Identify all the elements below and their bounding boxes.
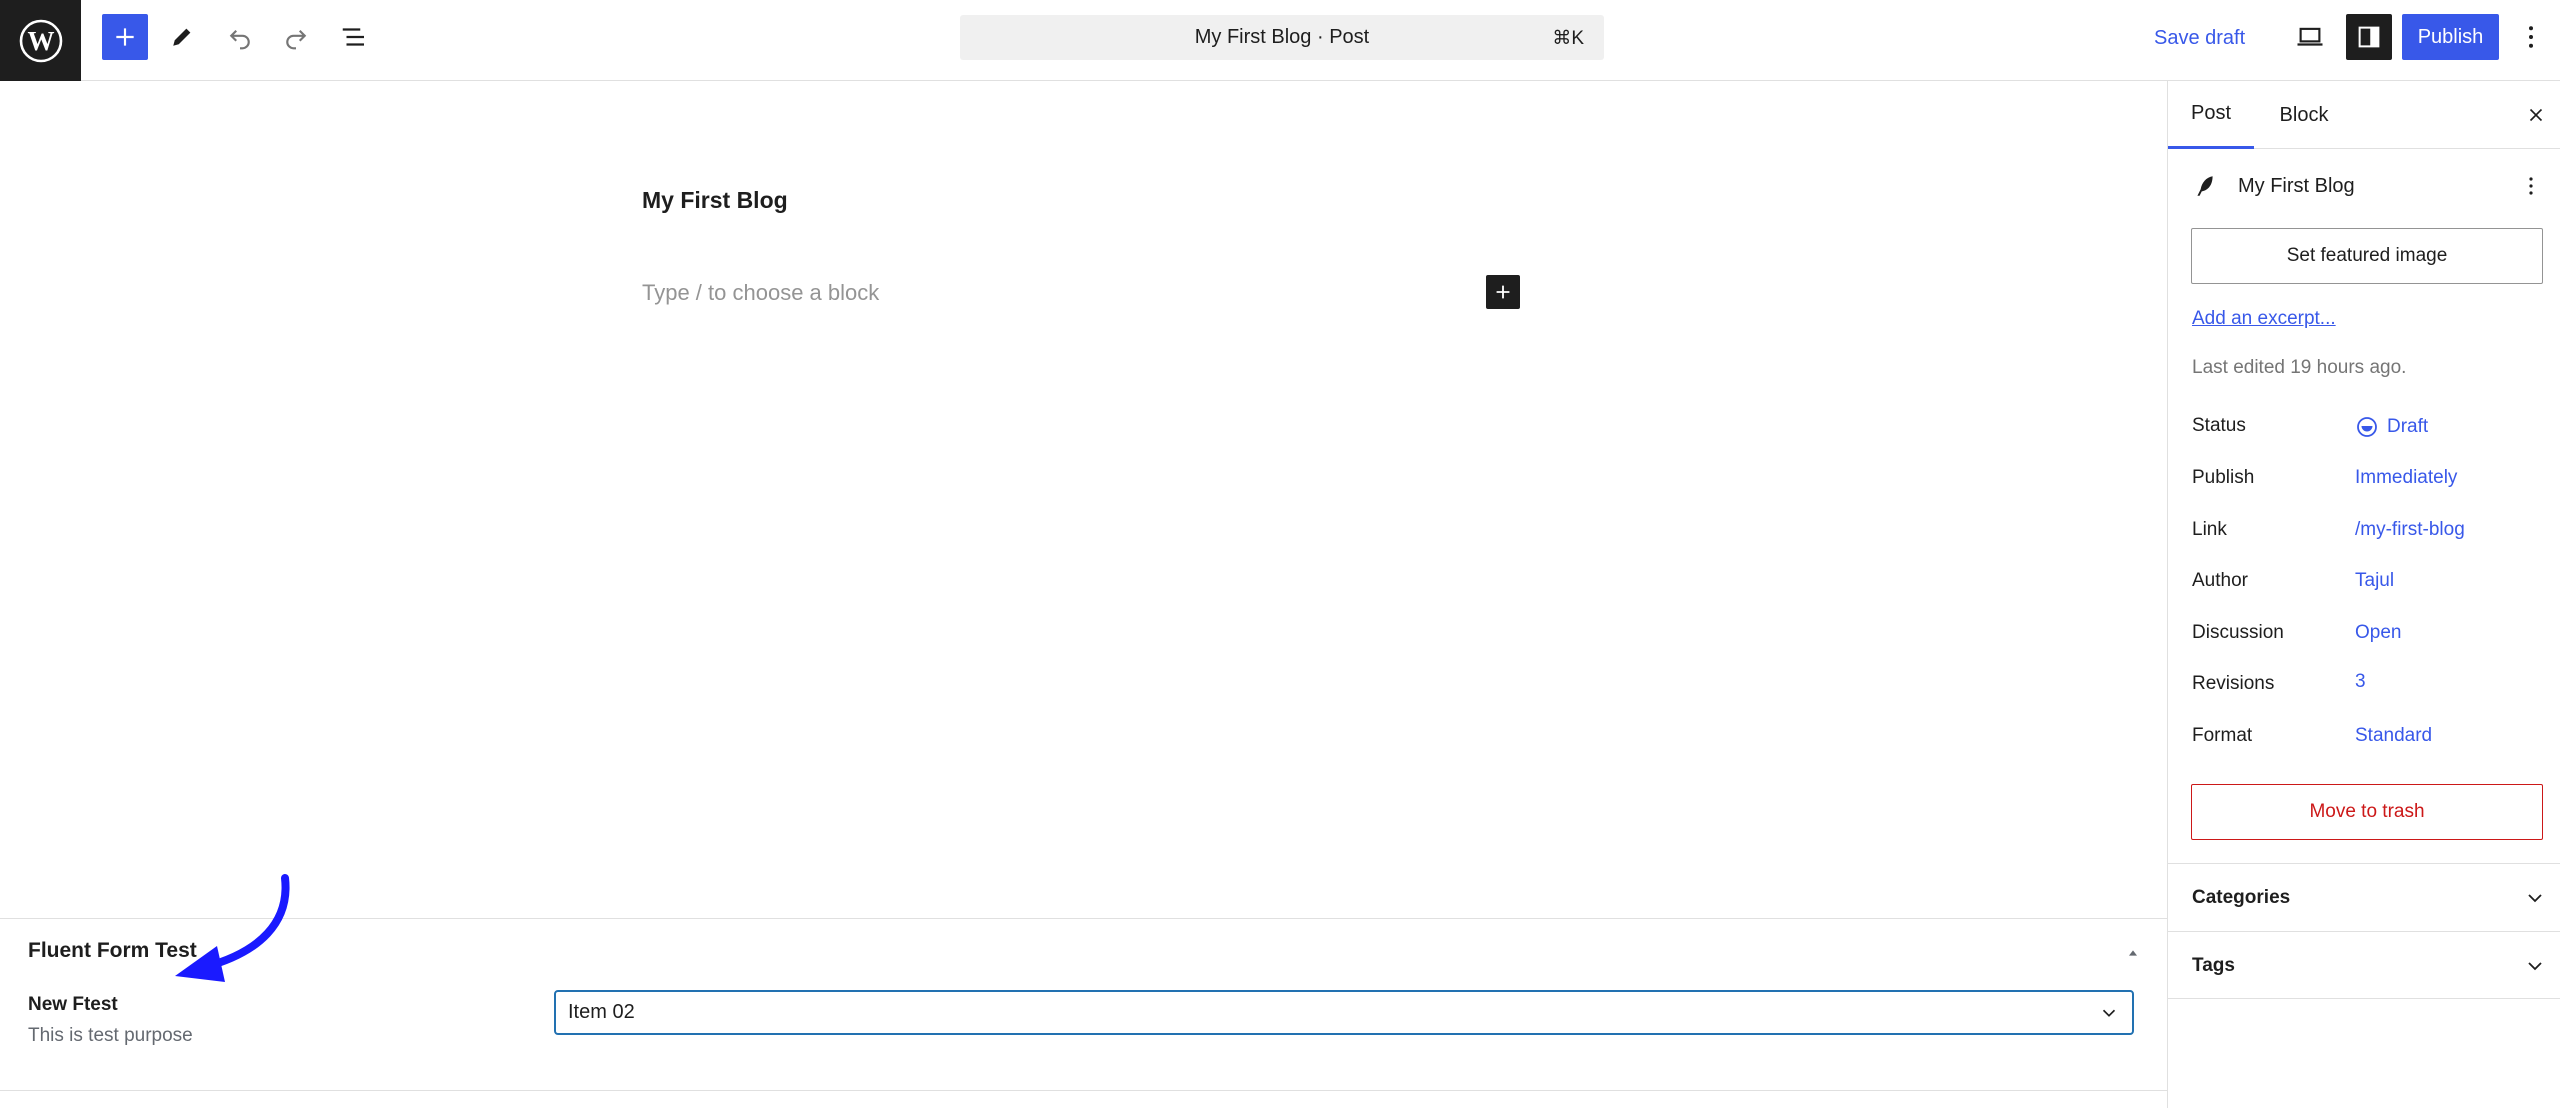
field-label: New Ftest [28, 994, 118, 1015]
set-featured-image-button[interactable]: Set featured image [2191, 228, 2543, 284]
document-title: My First Blog · Post [1194, 26, 1370, 48]
publish-button[interactable]: Publish [2402, 14, 2499, 60]
ftest-select[interactable]: Item 02 [554, 990, 2134, 1035]
sidebar-tabs: Post Block [2168, 81, 2560, 149]
redo-button[interactable] [273, 14, 319, 60]
wordpress-logo-button[interactable]: W [0, 0, 81, 81]
author-button[interactable]: Tajul [2355, 570, 2394, 592]
draft-status-icon [2357, 417, 2377, 437]
annotation-arrow-icon [175, 874, 290, 982]
link-row: Link /my-first-blog [2192, 519, 2542, 549]
status-row: Status Draft [2192, 415, 2542, 445]
tools-button[interactable] [159, 14, 205, 60]
fluent-form-metabox: Fluent Form Test New Ftest This is test … [0, 918, 2167, 1091]
post-card-title: My First Blog [2238, 175, 2355, 197]
categories-panel-toggle[interactable]: Categories [2168, 863, 2560, 931]
revisions-button[interactable]: 3 [2355, 671, 2366, 693]
block-inserter-button[interactable] [102, 14, 148, 60]
format-row: Format Standard [2192, 725, 2542, 755]
tab-post[interactable]: Post [2168, 81, 2254, 149]
command-palette-button[interactable]: My First Blog · Post ⌘K [960, 15, 1604, 60]
publish-row: Publish Immediately [2192, 467, 2542, 497]
save-draft-button[interactable]: Save draft [2154, 20, 2245, 56]
command-shortcut: ⌘K [1552, 28, 1584, 49]
wordpress-logo-icon: W [19, 19, 62, 62]
undo-button[interactable] [217, 14, 263, 60]
field-help-text: This is test purpose [28, 1025, 193, 1046]
list-view-icon [342, 28, 364, 46]
close-sidebar-button[interactable] [2519, 98, 2553, 132]
discussion-row: Discussion Open [2192, 622, 2542, 652]
undo-icon [229, 29, 250, 50]
add-block-button[interactable] [1486, 275, 1520, 309]
post-title[interactable]: My First Blog [642, 187, 788, 214]
plus-icon [116, 28, 134, 46]
document-overview-button[interactable] [331, 14, 377, 60]
discussion-label: Discussion [2192, 622, 2284, 643]
status-label: Status [2192, 415, 2246, 436]
triangle-up-icon [2129, 950, 2137, 956]
preview-button[interactable] [2287, 14, 2333, 60]
move-to-trash-button[interactable]: Move to trash [2191, 784, 2543, 840]
laptop-icon [2297, 27, 2323, 46]
post-actions-button[interactable] [2516, 171, 2546, 201]
metabox-toggle-button[interactable] [2121, 941, 2145, 965]
vertical-ellipsis-icon [2529, 177, 2533, 195]
format-label: Format [2192, 725, 2253, 746]
settings-button[interactable] [2346, 14, 2392, 60]
svg-text:W: W [27, 26, 54, 56]
discussion-button[interactable]: Open [2355, 622, 2401, 644]
post-feather-icon [2197, 176, 2213, 196]
chevron-down-icon [2528, 962, 2542, 971]
close-icon [2529, 108, 2543, 122]
revisions-row: Revisions 3 [2192, 671, 2542, 703]
plus-icon [1496, 285, 1510, 299]
editor-toolbar: W My First Blog · Post ⌘K Save draft Pub… [0, 0, 2560, 81]
editor-canvas: My First Blog Type / to choose a block [0, 81, 2167, 918]
status-value: Draft [2387, 416, 2429, 437]
tab-block[interactable]: Block [2254, 81, 2354, 149]
author-label: Author [2192, 570, 2248, 591]
link-label: Link [2192, 519, 2227, 540]
select-value: Item 02 [568, 1001, 635, 1023]
chevron-down-icon [2102, 1009, 2116, 1017]
publish-date-button[interactable]: Immediately [2355, 467, 2457, 489]
options-button[interactable] [2511, 14, 2551, 60]
tags-panel-title: Tags [2192, 955, 2235, 976]
categories-panel-title: Categories [2192, 887, 2291, 908]
redo-icon [286, 29, 307, 50]
revisions-label: Revisions [2192, 673, 2275, 694]
block-placeholder[interactable]: Type / to choose a block [642, 280, 879, 306]
chevron-down-icon [2528, 894, 2542, 903]
pencil-icon [173, 28, 191, 46]
permalink-button[interactable]: /my-first-blog [2355, 519, 2465, 541]
vertical-ellipsis-icon [2529, 26, 2533, 48]
sidebar-toggle-icon [2358, 26, 2380, 48]
last-edited-text: Last edited 19 hours ago. [2192, 357, 2407, 378]
add-excerpt-link[interactable]: Add an excerpt... [2192, 308, 2336, 330]
author-row: Author Tajul [2192, 570, 2542, 600]
tags-panel-toggle[interactable]: Tags [2168, 931, 2560, 999]
publish-label: Publish [2192, 467, 2255, 488]
status-value-button[interactable]: Draft [2355, 415, 2428, 439]
settings-sidebar: Post Block My First Blog Set featured im… [2167, 81, 2560, 1108]
format-button[interactable]: Standard [2355, 725, 2432, 747]
